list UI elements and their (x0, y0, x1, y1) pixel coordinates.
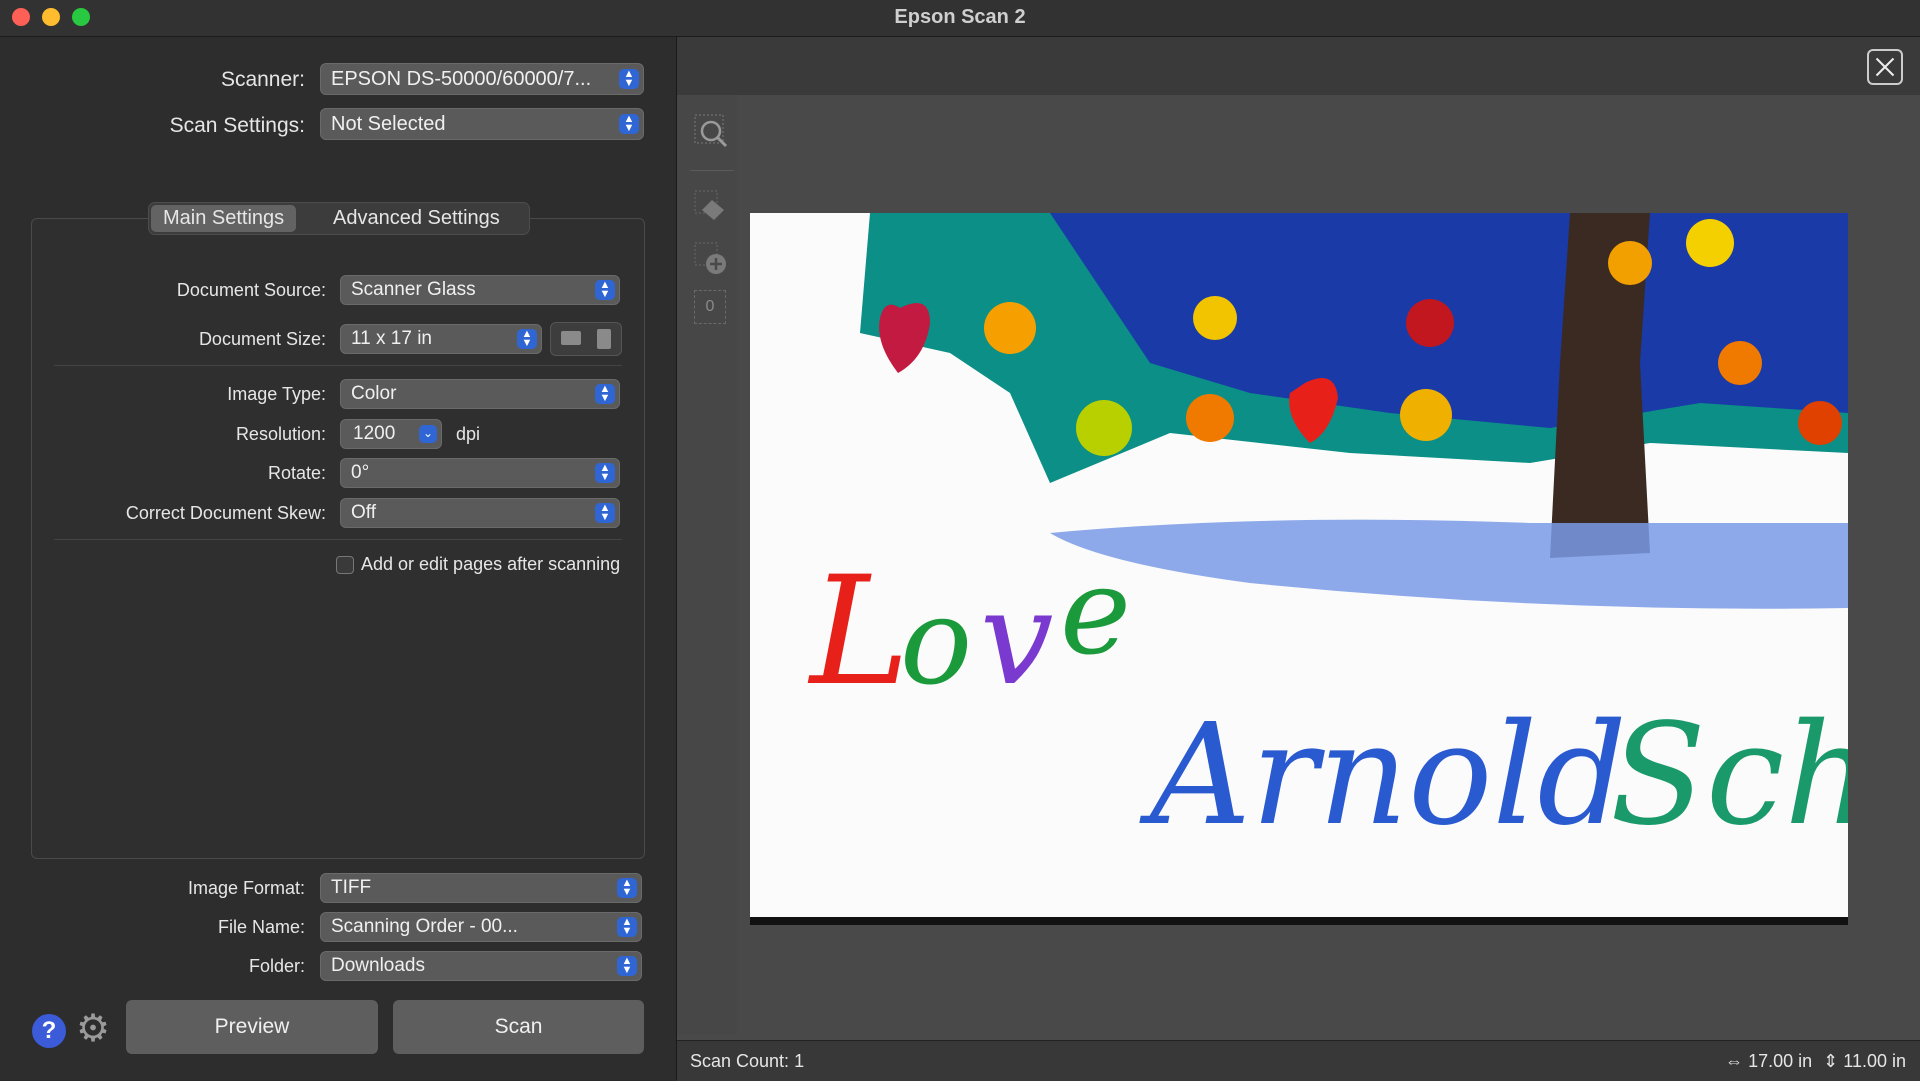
add-pages-checkbox[interactable] (336, 556, 354, 574)
add-pages-label: Add or edit pages after scanning (361, 554, 621, 574)
zoom-icon[interactable] (694, 114, 730, 150)
artwork-image: L o v e Arnold Sch (750, 213, 1848, 925)
tab-advanced-settings[interactable]: Advanced Settings (321, 205, 512, 232)
artwork-word-love: v (980, 562, 1053, 714)
tab-main-settings[interactable]: Main Settings (151, 205, 297, 232)
scan-button[interactable]: Scan (393, 1000, 644, 1054)
scan-settings-select[interactable]: Not Selected ▲ ▼ (320, 108, 644, 140)
document-size-select[interactable]: 11 x 17 in ▲ ▼ (340, 324, 542, 354)
scan-preview-image[interactable]: L o v e Arnold Sch (750, 213, 1848, 925)
scan-settings-value: Not Selected (331, 113, 446, 135)
folder-value: Downloads (331, 955, 425, 976)
artwork-word-love: L (807, 545, 910, 719)
scan-height: 11.00 in (1843, 1051, 1906, 1071)
image-type-label: Image Type: (227, 384, 326, 404)
rotate-select[interactable]: 0° ▲ ▼ (340, 458, 620, 488)
image-type-select[interactable]: Color ▲ ▼ (340, 379, 620, 409)
title-bar: Epson Scan 2 (0, 0, 1920, 37)
select-arrows-icon: ▲ ▼ (595, 503, 615, 523)
close-icon[interactable] (1867, 49, 1903, 85)
scanner-select[interactable]: EPSON DS-50000/60000/7... ▲ ▼ (320, 63, 644, 95)
select-arrows-icon: ▲ ▼ (617, 956, 637, 976)
resolution-combo[interactable]: 1200 ⌄ (340, 419, 442, 449)
add-area-icon[interactable] (694, 242, 730, 278)
window-title: Epson Scan 2 (894, 6, 1026, 28)
separator (54, 365, 622, 366)
folder-select[interactable]: Downloads ▲ ▼ (320, 951, 642, 981)
select-arrows-icon: ▲ ▼ (619, 114, 639, 134)
resolution-value: 1200 (353, 423, 396, 444)
preview-toolbar (677, 95, 737, 1035)
width-icon: ⇔ (1725, 1051, 1744, 1071)
auto-crop-icon[interactable] (694, 190, 730, 226)
status-bar: Scan Count: 1 ⇔ 17.00 in ⇕ 11.00 in (677, 1040, 1920, 1081)
artwork-word-love: e (1060, 543, 1131, 682)
help-icon[interactable]: ? (32, 1014, 66, 1048)
select-arrows-icon: ▲ ▼ (617, 917, 637, 937)
rotate-value: 0° (351, 462, 370, 483)
scan-edge (750, 917, 1848, 925)
document-size-label: Document Size: (198, 329, 326, 349)
height-icon: ⇕ (1823, 1051, 1839, 1071)
scanner-label: Scanner: (220, 68, 305, 91)
gear-icon[interactable]: ⚙ (74, 1010, 112, 1048)
select-arrows-icon: ▲ ▼ (517, 329, 537, 349)
document-source-value: Scanner Glass (351, 279, 476, 300)
file-name-label: File Name: (217, 917, 305, 937)
document-source-select[interactable]: Scanner Glass ▲ ▼ (340, 275, 620, 305)
toolbar-separator (690, 170, 734, 171)
scan-dimensions: ⇔ 17.00 in ⇕ 11.00 in (1725, 1051, 1906, 1072)
select-arrows-icon: ▲ ▼ (595, 280, 615, 300)
chevron-down-icon[interactable]: ⌄ (419, 425, 437, 443)
settings-tabs: Main Settings Advanced Settings (148, 202, 530, 235)
artwork-word-name: Arnold (1139, 694, 1627, 857)
image-format-label: Image Format: (187, 878, 305, 898)
image-type-value: Color (351, 383, 397, 404)
select-arrows-icon: ▲ ▼ (617, 878, 637, 898)
preview-button[interactable]: Preview (126, 1000, 378, 1054)
preview-header (677, 37, 1920, 95)
folder-label: Folder: (248, 956, 305, 976)
document-size-value: 11 x 17 in (351, 328, 432, 349)
landscape-icon[interactable] (561, 331, 581, 345)
resolution-unit: dpi (456, 424, 481, 444)
resolution-label: Resolution: (235, 424, 326, 444)
document-source-label: Document Source: (176, 280, 326, 300)
separator (54, 539, 622, 540)
skew-label: Correct Document Skew: (125, 503, 326, 523)
select-arrows-icon: ▲ ▼ (619, 69, 639, 89)
file-name-value: Scanning Order - 00... (331, 916, 518, 937)
scan-count: Scan Count: 1 (690, 1051, 805, 1071)
skew-value: Off (351, 502, 376, 523)
image-format-select[interactable]: TIFF ▲ ▼ (320, 873, 642, 903)
scan-settings-label: Scan Settings: (169, 114, 305, 137)
portrait-icon[interactable] (597, 329, 611, 349)
scan-width: 17.00 in (1748, 1051, 1813, 1071)
artwork-word-name: Sch (1610, 694, 1848, 857)
file-name-select[interactable]: Scanning Order - 00... ▲ ▼ (320, 912, 642, 942)
page-counter-icon: 0 (694, 290, 726, 324)
image-format-value: TIFF (331, 877, 372, 898)
rotate-label: Rotate: (267, 463, 326, 483)
select-arrows-icon: ▲ ▼ (595, 384, 615, 404)
artwork-word-love: o (900, 573, 972, 712)
orientation-toggle[interactable] (550, 322, 622, 356)
select-arrows-icon: ▲ ▼ (595, 463, 615, 483)
scanner-value: EPSON DS-50000/60000/7... (331, 68, 592, 90)
skew-select[interactable]: Off ▲ ▼ (340, 498, 620, 528)
